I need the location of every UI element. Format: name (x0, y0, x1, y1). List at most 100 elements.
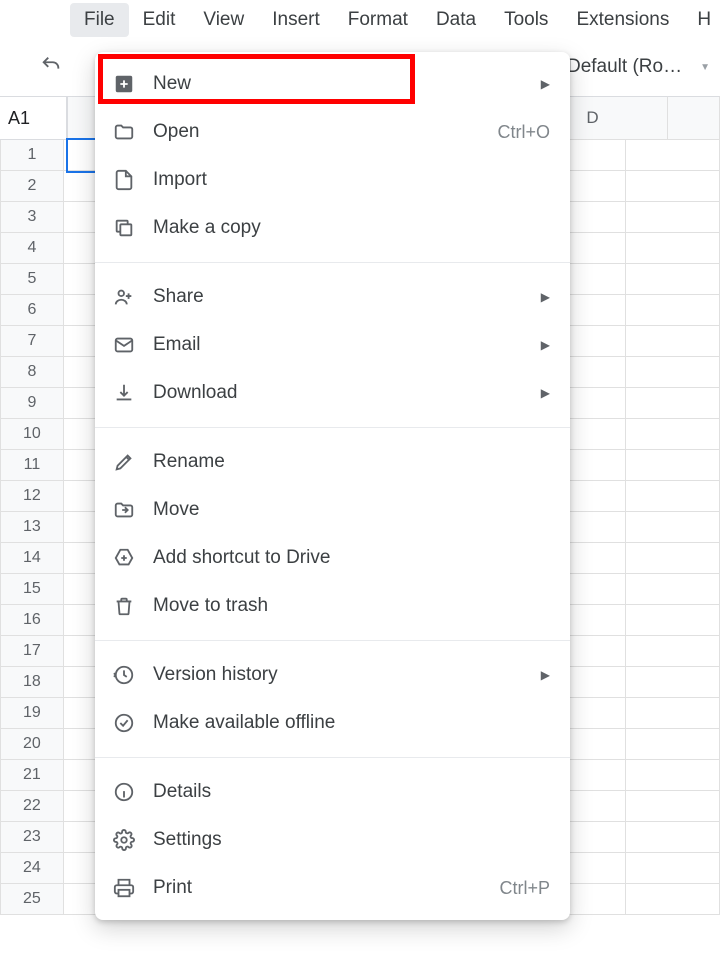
menu-item-version-history[interactable]: Version history ▶ (95, 651, 570, 699)
cell[interactable] (626, 574, 720, 605)
row-header[interactable]: 3 (0, 202, 64, 233)
row-header[interactable]: 4 (0, 233, 64, 264)
menu-item-move[interactable]: Move (95, 486, 570, 534)
menu-item-label: New (153, 73, 529, 95)
cell[interactable] (626, 760, 720, 791)
cell[interactable] (626, 171, 720, 202)
menu-item-email[interactable]: Email▶ (95, 321, 570, 369)
menu-item-label: Version history (153, 664, 529, 686)
row-header[interactable]: 6 (0, 295, 64, 326)
cell[interactable] (626, 233, 720, 264)
cell[interactable] (626, 698, 720, 729)
cell[interactable] (626, 667, 720, 698)
row-header[interactable]: 8 (0, 357, 64, 388)
menu-item-share[interactable]: Share▶ (95, 273, 570, 321)
row-header[interactable]: 22 (0, 791, 64, 822)
cell[interactable] (626, 326, 720, 357)
settings-icon (113, 829, 135, 851)
name-box[interactable]: A1 (0, 96, 68, 140)
cell[interactable] (626, 450, 720, 481)
cell[interactable] (626, 605, 720, 636)
cell[interactable] (626, 822, 720, 853)
undo-button[interactable] (40, 54, 62, 83)
print-icon (113, 877, 135, 899)
menu-item-label: Add shortcut to Drive (153, 547, 550, 569)
menu-item-move-to-trash[interactable]: Move to trash (95, 582, 570, 630)
menu-item-download[interactable]: Download▶ (95, 369, 570, 417)
cell[interactable] (626, 481, 720, 512)
menu-tools[interactable]: Tools (490, 3, 562, 37)
menu-format[interactable]: Format (334, 3, 422, 37)
cell[interactable] (626, 791, 720, 822)
row-header[interactable]: 23 (0, 822, 64, 853)
new-icon (113, 73, 135, 95)
row-header[interactable]: 18 (0, 667, 64, 698)
menu-item-details[interactable]: Details (95, 768, 570, 816)
menu-item-import[interactable]: Import (95, 156, 570, 204)
row-header[interactable]: 19 (0, 698, 64, 729)
menu-item-open[interactable]: OpenCtrl+O (95, 108, 570, 156)
cell[interactable] (626, 543, 720, 574)
cell[interactable] (626, 853, 720, 884)
row-header[interactable]: 17 (0, 636, 64, 667)
menu-item-new[interactable]: New ▶ (95, 60, 570, 108)
row-header[interactable]: 12 (0, 481, 64, 512)
row-header[interactable]: 13 (0, 512, 64, 543)
menu-view[interactable]: View (189, 3, 258, 37)
submenu-arrow-icon: ▶ (541, 77, 550, 91)
share-icon (113, 286, 135, 308)
make-available-offline-icon (113, 712, 135, 734)
menu-item-add-shortcut-to-drive[interactable]: Add shortcut to Drive (95, 534, 570, 582)
menu-item-make-a-copy[interactable]: Make a copy (95, 204, 570, 252)
column-header-e[interactable] (668, 96, 720, 140)
row-header[interactable]: 10 (0, 419, 64, 450)
menu-item-print[interactable]: PrintCtrl+P (95, 864, 570, 912)
row-header[interactable]: 2 (0, 171, 64, 202)
cell[interactable] (626, 884, 720, 915)
menu-item-settings[interactable]: Settings (95, 816, 570, 864)
row-header[interactable]: 20 (0, 729, 64, 760)
download-icon (113, 382, 135, 404)
menu-item-shortcut: Ctrl+O (497, 122, 550, 143)
menu-item-make-available-offline[interactable]: Make available offline (95, 699, 570, 747)
cell[interactable] (626, 636, 720, 667)
menu-extensions[interactable]: Extensions (562, 3, 683, 37)
row-header[interactable]: 1 (0, 140, 64, 171)
row-header[interactable]: 11 (0, 450, 64, 481)
menu-item-rename[interactable]: Rename (95, 438, 570, 486)
row-header[interactable]: 24 (0, 853, 64, 884)
menu-insert[interactable]: Insert (258, 3, 334, 37)
menu-separator (95, 427, 570, 428)
row-header[interactable]: 15 (0, 574, 64, 605)
cell[interactable] (626, 419, 720, 450)
menu-item-label: Email (153, 334, 529, 356)
menu-item-label: Settings (153, 829, 550, 851)
menu-item-label: Make available offline (153, 712, 550, 734)
menu-separator (95, 262, 570, 263)
row-header[interactable]: 16 (0, 605, 64, 636)
menu-help[interactable]: H (683, 3, 720, 37)
cell[interactable] (626, 264, 720, 295)
row-header[interactable]: 9 (0, 388, 64, 419)
cell[interactable] (626, 140, 720, 171)
menu-item-label: Rename (153, 451, 550, 473)
font-family-select[interactable]: Default (Ro… ▼ (555, 50, 720, 84)
menu-item-label: Make a copy (153, 217, 550, 239)
make-a-copy-icon (113, 217, 135, 239)
cell[interactable] (626, 295, 720, 326)
row-header[interactable]: 7 (0, 326, 64, 357)
cell[interactable] (626, 512, 720, 543)
cell[interactable] (626, 729, 720, 760)
cell[interactable] (626, 202, 720, 233)
cell[interactable] (626, 388, 720, 419)
row-header[interactable]: 25 (0, 884, 64, 915)
menu-data[interactable]: Data (422, 3, 490, 37)
row-header[interactable]: 14 (0, 543, 64, 574)
menu-edit[interactable]: Edit (129, 3, 190, 37)
row-header[interactable]: 5 (0, 264, 64, 295)
submenu-arrow-icon: ▶ (541, 668, 550, 682)
menu-file[interactable]: File (70, 3, 129, 37)
row-header[interactable]: 21 (0, 760, 64, 791)
file-menu-dropdown: New▶OpenCtrl+OImportMake a copyShare▶Ema… (95, 52, 570, 920)
cell[interactable] (626, 357, 720, 388)
